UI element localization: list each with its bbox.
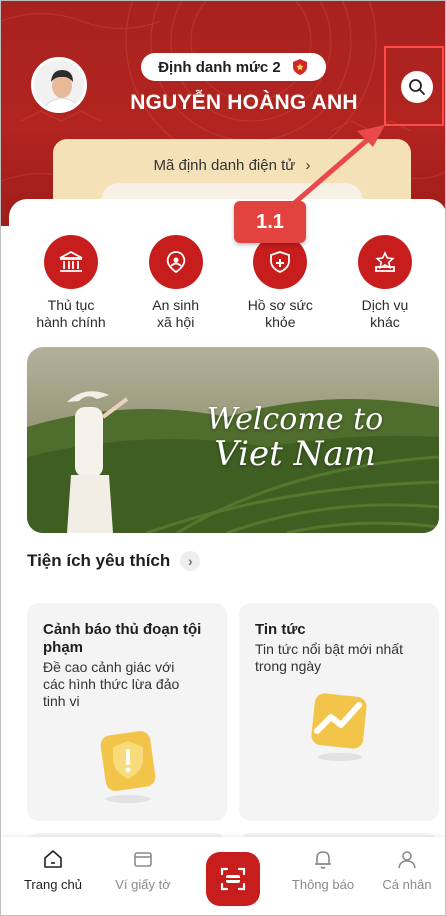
scan-icon [220, 867, 246, 891]
bell-icon [315, 851, 331, 869]
nav-profile[interactable]: Cá nhân [367, 847, 445, 892]
nav-wallet[interactable]: Ví giấy tờ [103, 847, 183, 892]
nav-wallet-label: Ví giấy tờ [115, 877, 171, 892]
annotation-step-badge: 1.1 [234, 201, 306, 243]
annotation-arrow [288, 125, 385, 209]
home-icon [44, 850, 62, 868]
nav-notifications-label: Thông báo [291, 877, 355, 892]
nav-notifications[interactable]: Thông báo [283, 847, 363, 892]
bottom-navigation: Trang chủ Ví giấy tờ Thông báo Cá nhân [1, 837, 445, 915]
app-screen: Định danh mức 2 NGUYỄN HOÀNG ANH Mã định… [0, 0, 446, 916]
person-icon [398, 851, 416, 869]
wallet-icon [134, 852, 152, 867]
nav-home[interactable]: Trang chủ [13, 847, 93, 892]
nav-profile-label: Cá nhân [382, 877, 432, 892]
nav-home-label: Trang chủ [23, 877, 83, 892]
scan-button[interactable] [206, 852, 260, 906]
